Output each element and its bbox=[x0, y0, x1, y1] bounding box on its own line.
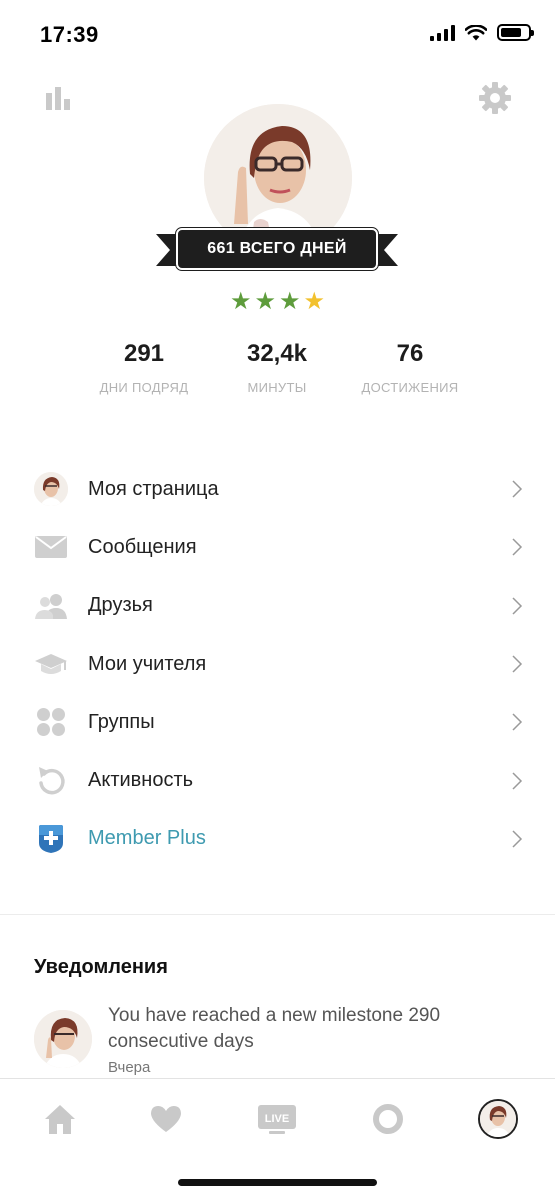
star-icon: ★ bbox=[279, 288, 301, 315]
avatar bbox=[34, 472, 68, 507]
notification-avatar[interactable] bbox=[34, 1010, 92, 1068]
ribbon-body: 661 ВСЕГО ДНЕЙ bbox=[175, 227, 379, 271]
notification-time: Вчера bbox=[108, 1059, 151, 1076]
stat-achievements[interactable]: 76 ДОСТИЖЕНИЯ bbox=[330, 340, 490, 395]
chevron-right-icon bbox=[512, 538, 523, 556]
member-plus-icon bbox=[34, 822, 68, 856]
chevron-right-icon bbox=[512, 713, 523, 731]
status-icons bbox=[430, 24, 534, 41]
statistics-button[interactable] bbox=[40, 80, 76, 116]
groups-icon bbox=[34, 705, 68, 739]
menu-item-label: Группы bbox=[88, 710, 155, 733]
live-label: LIVE bbox=[265, 1113, 289, 1125]
section-divider bbox=[0, 914, 555, 915]
circle-icon bbox=[373, 1104, 403, 1134]
friends-icon bbox=[34, 589, 68, 623]
tab-timer[interactable] bbox=[368, 1099, 408, 1139]
menu-item-label: Моя страница bbox=[88, 477, 219, 500]
wifi-icon bbox=[465, 24, 487, 40]
heart-icon bbox=[151, 1106, 181, 1132]
menu-item-my-page[interactable]: Моя страница bbox=[0, 460, 555, 518]
home-indicator[interactable] bbox=[178, 1179, 377, 1186]
bar-chart-icon bbox=[46, 87, 70, 110]
chevron-right-icon bbox=[512, 655, 523, 673]
tab-live[interactable]: LIVE bbox=[257, 1099, 297, 1139]
stat-value: 76 bbox=[396, 340, 424, 367]
envelope-icon bbox=[34, 530, 68, 564]
stats-row: 291 ДНИ ПОДРЯД 32,4k МИНУТЫ 76 ДОСТИЖЕНИ… bbox=[0, 340, 555, 400]
chevron-right-icon bbox=[512, 830, 523, 848]
menu-item-messages[interactable]: Сообщения bbox=[0, 518, 555, 576]
chevron-right-icon bbox=[512, 772, 523, 790]
menu-item-label: Друзья bbox=[88, 594, 153, 617]
menu-item-label: Активность bbox=[88, 769, 194, 792]
chevron-right-icon bbox=[512, 480, 523, 498]
live-tv-icon: LIVE bbox=[258, 1105, 296, 1134]
battery-icon bbox=[497, 24, 534, 41]
status-time: 17:39 bbox=[40, 22, 99, 47]
profile-tab-avatar bbox=[478, 1099, 518, 1139]
rating-stars: ★ ★ ★ ★ bbox=[0, 290, 555, 314]
gold-star-icon: ★ bbox=[303, 288, 326, 315]
notification-text[interactable]: You have reached a new milestone 290 con… bbox=[108, 1003, 508, 1055]
chevron-right-icon bbox=[512, 597, 523, 615]
menu-item-label: Мои учителя bbox=[88, 652, 207, 675]
stat-label: ДОСТИЖЕНИЯ bbox=[361, 380, 459, 395]
menu-item-member-plus[interactable]: Member Plus bbox=[0, 810, 555, 868]
total-days-label: 661 ВСЕГО ДНЕЙ bbox=[207, 240, 347, 257]
gear-icon bbox=[479, 82, 511, 114]
tab-profile[interactable] bbox=[478, 1099, 518, 1139]
status-bar: 17:39 bbox=[0, 0, 555, 64]
activity-icon bbox=[34, 764, 68, 798]
menu-item-label: Сообщения bbox=[88, 535, 197, 558]
notifications-title: Уведомления bbox=[34, 956, 168, 978]
cellular-signal-icon bbox=[430, 24, 455, 41]
tab-home[interactable] bbox=[40, 1099, 80, 1139]
profile-menu: Моя страница Сообщения Друзья Мои учител… bbox=[0, 460, 555, 868]
menu-item-groups[interactable]: Группы bbox=[0, 693, 555, 751]
home-icon bbox=[45, 1105, 75, 1134]
total-days-ribbon: 661 ВСЕГО ДНЕЙ bbox=[156, 227, 398, 271]
menu-item-friends[interactable]: Друзья bbox=[0, 577, 555, 635]
star-icon: ★ bbox=[254, 288, 276, 315]
graduation-cap-icon bbox=[34, 647, 68, 681]
menu-item-activity[interactable]: Активность bbox=[0, 751, 555, 809]
tab-favorites[interactable] bbox=[146, 1099, 186, 1139]
menu-item-label: Member Plus bbox=[88, 827, 206, 850]
settings-button[interactable] bbox=[477, 80, 513, 116]
menu-item-teachers[interactable]: Мои учителя bbox=[0, 635, 555, 693]
star-icon: ★ bbox=[229, 288, 252, 315]
